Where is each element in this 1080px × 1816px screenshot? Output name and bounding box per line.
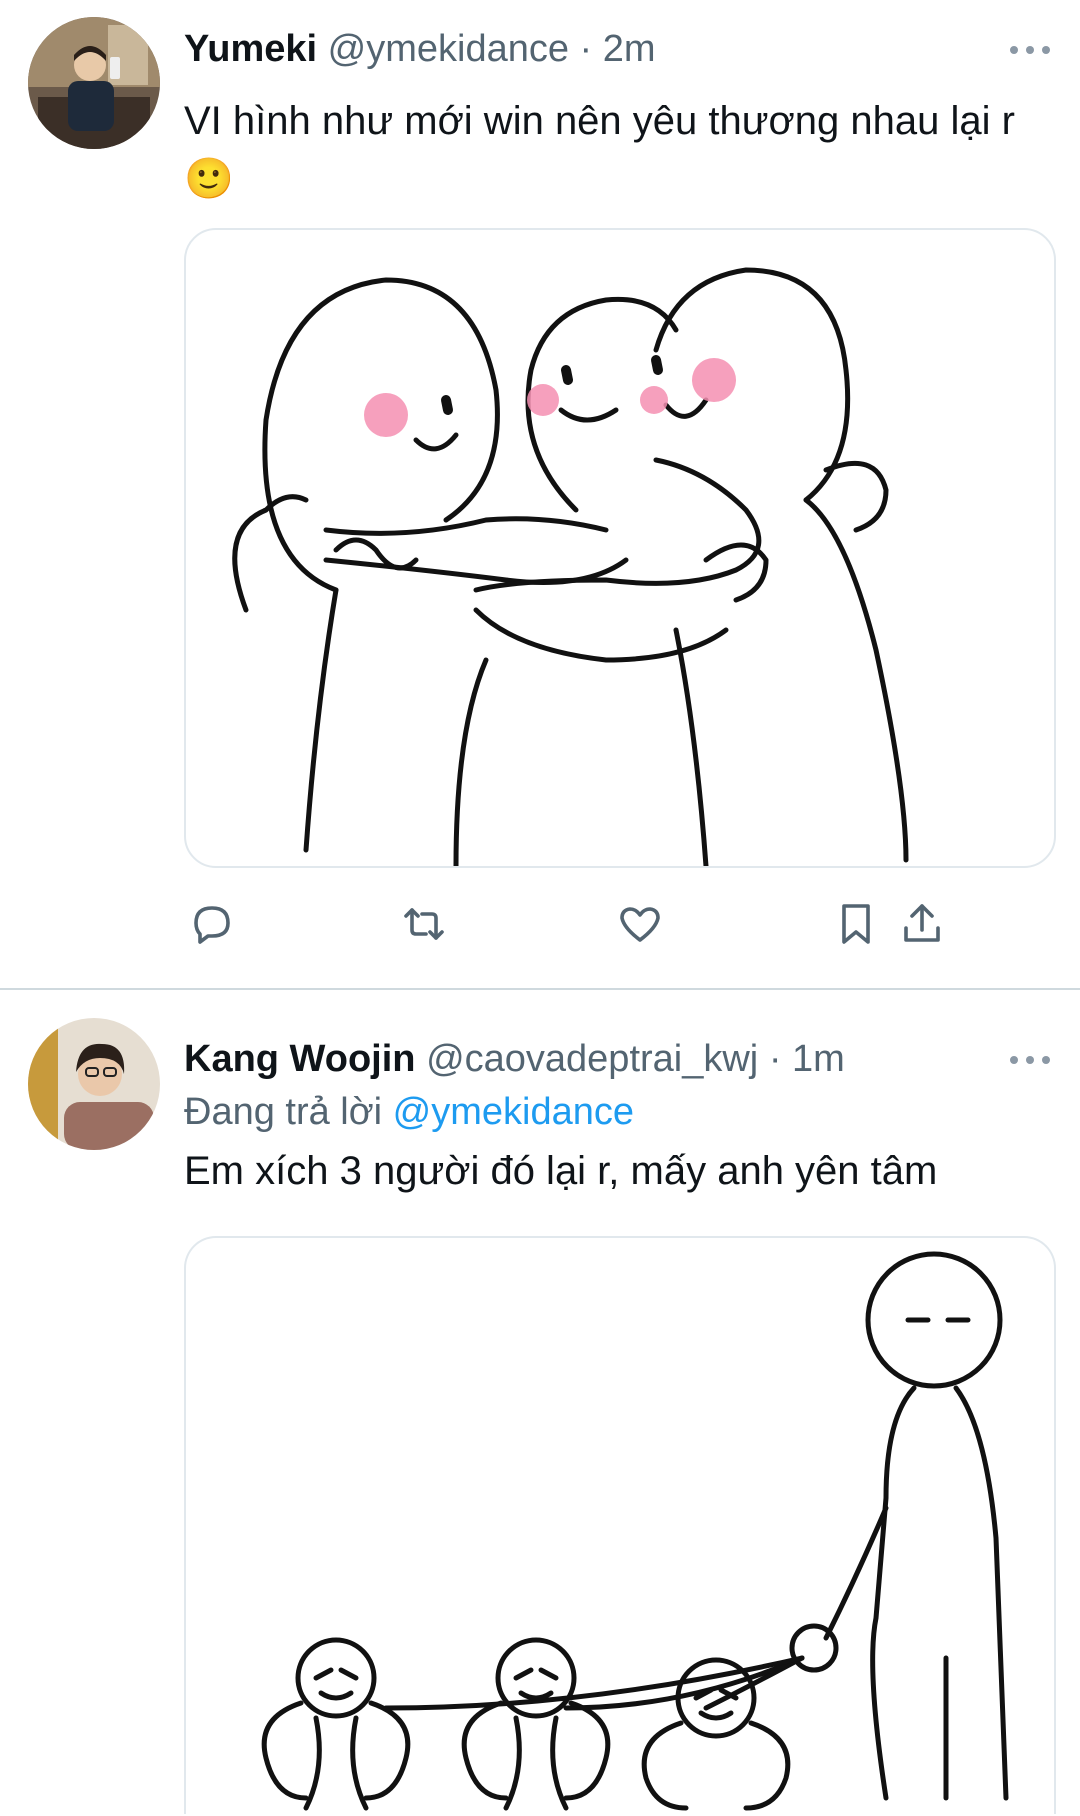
tweet-actions [184,896,1060,952]
tweet-1[interactable]: Yumeki @ymekidance · 2m VI hình như mới … [0,0,1080,988]
tweet-text: VI hình như mới win nên yêu thương nhau … [184,99,1015,201]
reply-prefix: Đang trả lời [184,1091,383,1133]
display-name[interactable]: Kang Woojin [184,1038,416,1080]
tweet-header: Kang Woojin @caovadeptrai_kwj · 1m [184,1034,980,1084]
reply-icon[interactable] [184,896,240,952]
tweet-media[interactable] [184,1236,1056,1814]
more-options-icon[interactable] [1008,40,1052,60]
username[interactable]: @ymekidance [328,28,569,70]
tweet-header: Yumeki @ymekidance · 2m [184,24,980,74]
time-separator: · [768,1038,782,1080]
user-avatar-photo-icon [28,1018,160,1150]
timestamp[interactable]: 2m [603,28,656,70]
tweet-text: Em xích 3 người đó lại r, mấy anh yên tâ… [184,1149,938,1193]
avatar[interactable] [28,1018,160,1150]
time-separator: · [579,28,593,70]
retweet-icon[interactable] [396,896,452,952]
tweet-media[interactable] [184,228,1056,868]
timestamp[interactable]: 1m [792,1038,845,1080]
tweet-divider [0,988,1080,990]
display-name[interactable]: Yumeki [184,28,317,70]
share-icon[interactable] [894,896,950,952]
more-options-icon[interactable] [1008,1050,1052,1070]
like-icon[interactable] [612,896,668,952]
username[interactable]: @caovadeptrai_kwj [426,1038,758,1080]
reply-context: Đang trả lời @ymekidance [184,1086,1050,1138]
leashed-figures-drawing-icon [261,1251,1009,1811]
user-avatar-photo-icon [28,17,160,149]
avatar[interactable] [28,17,160,149]
tweet-2[interactable]: Kang Woojin @caovadeptrai_kwj · 1m Đang … [0,992,1080,1816]
hugging-blobs-drawing-icon [232,267,909,866]
bookmark-icon[interactable] [828,896,884,952]
reply-mention-link[interactable]: @ymekidance [393,1091,634,1133]
